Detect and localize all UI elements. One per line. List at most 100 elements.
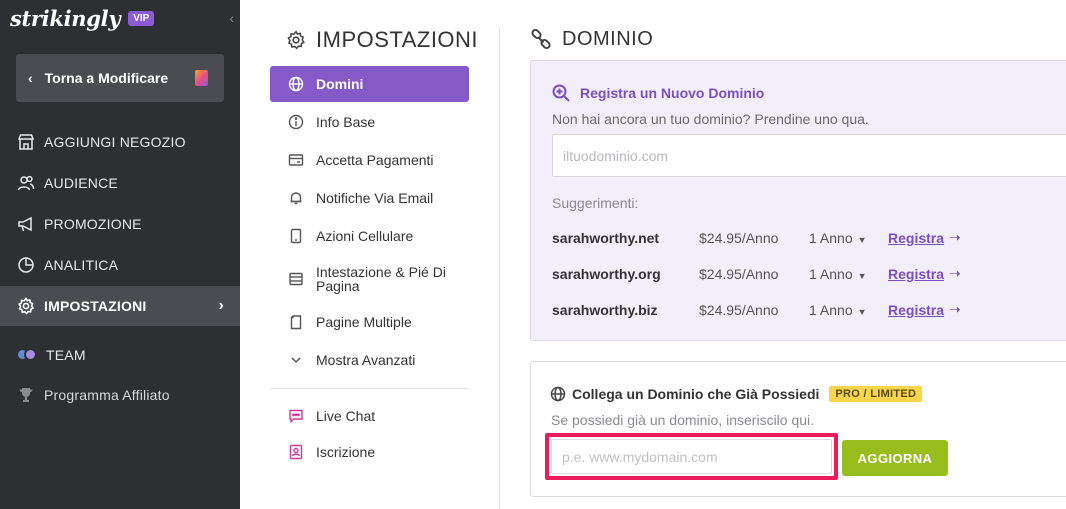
register-domain-input[interactable] xyxy=(552,134,1066,177)
arrow-right-icon: ➝ xyxy=(949,229,961,245)
sidebar-item-label: TEAM xyxy=(46,347,86,363)
suggestion-domain: sarahworthy.net xyxy=(552,230,660,246)
suggestion-row: sarahworthy.biz $24.95/Anno 1 Anno ▼ Regi… xyxy=(552,300,1066,320)
chevron-down-icon xyxy=(287,351,305,369)
brand[interactable]: strikingly VIP xyxy=(10,6,155,31)
bell-icon xyxy=(287,189,305,207)
settings-item-signup[interactable]: Iscrizione xyxy=(270,434,469,470)
chevron-right-icon: › xyxy=(218,297,224,314)
connect-domain-card: Collega un Dominio che Già Possiedi PRO … xyxy=(530,361,1066,497)
suggestion-domain: sarahworthy.org xyxy=(552,266,661,282)
register-link[interactable]: Registra xyxy=(888,266,944,282)
gear-icon xyxy=(286,30,306,50)
settings-item-email-notifications[interactable]: Notifiche Via Email xyxy=(270,180,469,216)
register-heading: Registra un Nuovo Dominio xyxy=(551,83,764,103)
suggestion-row: sarahworthy.net $24.95/Anno 1 Anno ▼ Regi… xyxy=(552,228,1066,248)
sidebar-item-store[interactable]: AGGIUNGI NEGOZIO xyxy=(0,122,240,162)
settings-item-label: Info Base xyxy=(316,114,376,130)
suggestions-label: Suggerimenti: xyxy=(552,195,639,211)
sidebar-item-label: AUDIENCE xyxy=(44,175,118,191)
pages-icon xyxy=(287,313,305,331)
settings-item-label: Intestazione & Pié Di Pagina xyxy=(316,264,446,294)
settings-item-header-footer[interactable]: Intestazione & Pié Di Pagina xyxy=(270,261,469,297)
suggestion-term-select[interactable]: 1 Anno ▼ xyxy=(809,266,867,282)
globe-icon xyxy=(287,75,305,93)
megaphone-icon xyxy=(16,214,36,234)
gear-icon xyxy=(16,296,36,316)
sidebar-item-team[interactable]: TEAM xyxy=(0,335,240,375)
vip-badge: VIP xyxy=(128,11,155,26)
suggestion-term-value: 1 Anno xyxy=(809,230,853,246)
sidebar-item-label: ANALITICA xyxy=(44,257,119,273)
register-domain-card: Registra un Nuovo Dominio Non hai ancora… xyxy=(530,60,1066,341)
suggestion-term-value: 1 Anno xyxy=(809,302,853,318)
main-sidebar: strikingly VIP ‹ ‹ Torna a Modificare AG… xyxy=(0,0,240,509)
back-to-editor-button[interactable]: ‹ Torna a Modificare xyxy=(16,54,224,102)
info-icon xyxy=(287,113,305,131)
caret-down-icon: ▼ xyxy=(857,235,867,245)
register-link[interactable]: Registra xyxy=(888,302,944,318)
settings-item-label: Notifiche Via Email xyxy=(316,190,434,206)
register-subtitle: Non hai ancora un tuo dominio? Prendine … xyxy=(552,111,869,127)
team-avatars-icon xyxy=(16,347,40,363)
suggestion-price: $24.95/Anno xyxy=(699,230,779,246)
page-title: DOMINIO xyxy=(530,28,653,51)
suggestion-term-select[interactable]: 1 Anno ▼ xyxy=(809,230,867,246)
pie-chart-icon xyxy=(16,255,36,275)
sidebar-item-settings[interactable]: IMPOSTAZIONI › xyxy=(0,286,240,326)
strikingly-logo: strikingly xyxy=(10,6,121,31)
settings-item-mobile-actions[interactable]: Azioni Cellulare xyxy=(270,218,469,254)
settings-item-label: Iscrizione xyxy=(316,444,376,460)
settings-item-multiple-pages[interactable]: Pagine Multiple xyxy=(270,304,469,340)
collapse-sidebar-icon[interactable]: ‹ xyxy=(229,10,234,26)
sidebar-item-audience[interactable]: AUDIENCE xyxy=(0,163,240,203)
settings-item-label: Live Chat xyxy=(316,408,376,424)
sidebar-item-promotion[interactable]: PROMOZIONE xyxy=(0,204,240,244)
chevron-left-icon: ‹ xyxy=(28,70,33,86)
page-title-text: DOMINIO xyxy=(562,28,654,50)
settings-item-label: Accetta Pagamenti xyxy=(316,152,434,168)
suggestion-domain: sarahworthy.biz xyxy=(552,302,658,318)
settings-item-show-advanced[interactable]: Mostra Avanzati xyxy=(270,342,469,378)
signup-icon xyxy=(287,443,305,461)
settings-item-payments[interactable]: Accetta Pagamenti xyxy=(270,142,469,178)
sidebar-item-label: IMPOSTAZIONI xyxy=(44,298,147,314)
settings-item-label: Azioni Cellulare xyxy=(316,228,414,244)
sidebar-item-label: PROMOZIONE xyxy=(44,216,142,232)
suggestion-term-value: 1 Anno xyxy=(809,266,853,282)
connect-subtitle: Se possiedi già un dominio, inseriscilo … xyxy=(551,412,815,428)
update-button[interactable]: AGGIORNA xyxy=(842,440,948,476)
register-heading-text: Registra un Nuovo Dominio xyxy=(580,85,765,101)
sidebar-item-label: AGGIUNGI NEGOZIO xyxy=(44,134,186,150)
connect-domain-input[interactable] xyxy=(551,439,832,474)
sidebar-item-affiliate[interactable]: Programma Affiliato xyxy=(0,375,240,415)
register-link[interactable]: Registra xyxy=(888,230,944,246)
settings-item-label: Domini xyxy=(316,76,364,92)
layout-icon xyxy=(287,270,305,288)
settings-item-live-chat[interactable]: Live Chat xyxy=(270,398,469,434)
sidebar-item-analytics[interactable]: ANALITICA xyxy=(0,245,240,285)
sidebar-item-label: Programma Affiliato xyxy=(44,387,170,403)
suggestion-term-select[interactable]: 1 Anno ▼ xyxy=(809,302,867,318)
settings-item-label: Mostra Avanzati xyxy=(316,352,416,368)
settings-title: IMPOSTAZIONI xyxy=(286,27,478,53)
suggestion-price: $24.95/Anno xyxy=(699,302,779,318)
settings-menu: IMPOSTAZIONI Domini Info Base Accetta Pa… xyxy=(240,0,500,509)
trophy-icon xyxy=(16,385,36,405)
arrow-right-icon: ➝ xyxy=(949,301,961,317)
domain-panel: DOMINIO Registra un Nuovo Dominio Non ha… xyxy=(500,0,1066,509)
mobile-icon xyxy=(287,227,305,245)
suggestion-row: sarahworthy.org $24.95/Anno 1 Anno ▼ Regi… xyxy=(552,264,1066,284)
caret-down-icon: ▼ xyxy=(857,307,867,317)
arrow-right-icon: ➝ xyxy=(949,265,961,281)
connect-heading: Collega un Dominio che Già Possiedi PRO … xyxy=(550,386,923,402)
store-icon xyxy=(16,132,36,152)
settings-item-label: Pagine Multiple xyxy=(316,314,412,330)
settings-item-domains[interactable]: Domini xyxy=(270,66,469,102)
users-icon xyxy=(16,173,36,193)
link-icon xyxy=(530,28,552,51)
suggestion-price: $24.95/Anno xyxy=(699,266,779,282)
globe-icon xyxy=(550,386,566,402)
settings-item-info[interactable]: Info Base xyxy=(270,104,469,140)
card-icon xyxy=(287,151,305,169)
